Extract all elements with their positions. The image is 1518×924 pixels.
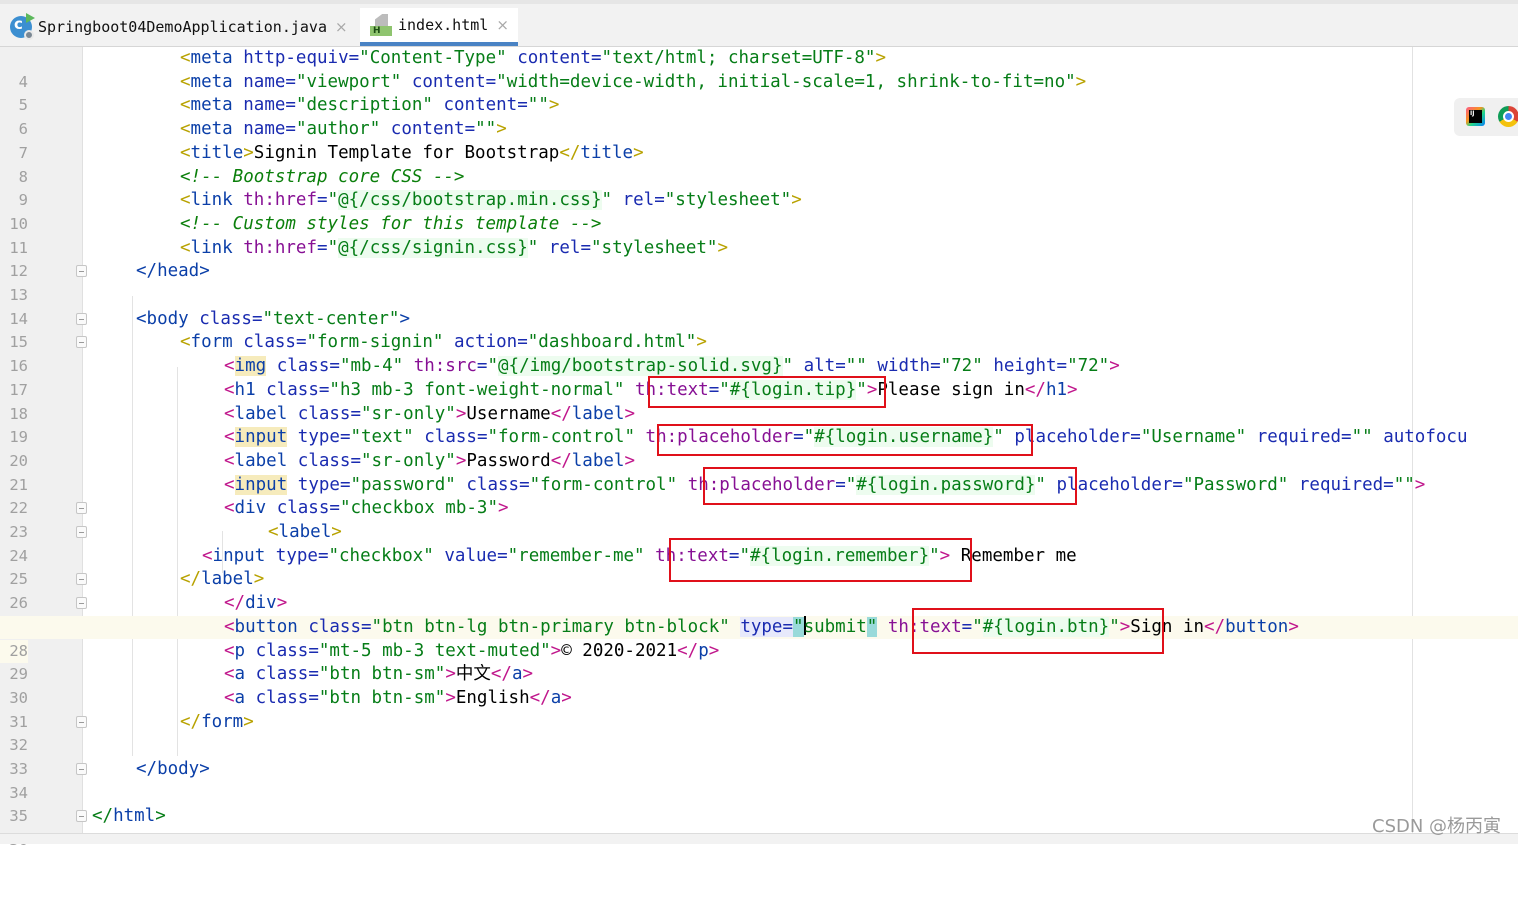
html-file-icon: H xyxy=(370,14,392,36)
chrome-icon[interactable] xyxy=(1498,106,1518,127)
tab-springboot04demoapplication-java[interactable]: Springboot04DemoApplication.java × xyxy=(0,8,355,46)
code-line: 5 <meta name="viewport" content="width=d… xyxy=(0,71,1518,115)
code-line: 16 <form class="form-signin" action="das… xyxy=(0,331,1518,375)
java-class-icon xyxy=(10,13,35,40)
code-line: 6 <meta name="description" content=""> xyxy=(0,94,1518,138)
code-line: 9 <!-- Bootstrap core CSS --> xyxy=(0,166,1518,210)
fold-marker-icon[interactable] xyxy=(76,715,87,728)
code-line-current: 28 <button class="btn btn-lg btn-primary… xyxy=(0,615,1518,664)
intellij-idea-icon[interactable]: IJ xyxy=(1466,107,1485,126)
code-line: 13 </head> xyxy=(0,260,1518,304)
code-line: 35 xyxy=(0,782,1518,825)
code-line: 25 <input type="checkbox" value="remembe… xyxy=(0,545,1518,588)
fold-marker-icon[interactable] xyxy=(76,810,87,823)
code-line: 12 <link th:href="@{/css/signin.css}" re… xyxy=(0,237,1518,280)
code-line: 20 <input type="text" class="form-contro… xyxy=(0,426,1518,470)
editor-tab-bar: Springboot04DemoApplication.java × H ind… xyxy=(0,0,1518,47)
tab-label: index.html xyxy=(398,16,489,34)
code-line: 27 </div> xyxy=(0,592,1518,636)
code-line: 14 xyxy=(0,284,1518,328)
code-line: 19 <label class="sr-only">Username</labe… xyxy=(0,403,1518,447)
fold-marker-icon[interactable] xyxy=(76,312,87,325)
fold-marker-icon[interactable] xyxy=(76,597,87,610)
code-line: 7 <meta name="author" content=""> xyxy=(0,118,1518,162)
close-tab-icon[interactable]: × xyxy=(496,16,509,34)
fold-marker-icon[interactable] xyxy=(76,573,87,586)
code-line: 10 <link th:href="@{/css/bootstrap.min.c… xyxy=(0,189,1518,233)
code-line: 24 <label> xyxy=(0,521,1518,565)
code-line: 30 <a class="btn btn-sm">中文</a> xyxy=(0,663,1518,707)
code-line: 33 xyxy=(0,734,1518,778)
fold-marker-icon[interactable] xyxy=(76,763,87,775)
code-line: 31 <a class="btn btn-sm">English</a> xyxy=(0,687,1518,731)
code-line: 36 </html> xyxy=(0,805,1518,849)
close-tab-icon[interactable]: × xyxy=(335,18,348,36)
code-line: 32 </form> xyxy=(0,711,1518,755)
fold-marker-icon[interactable] xyxy=(76,526,87,538)
code-line: 11 <!-- Custom styles for this template … xyxy=(0,213,1518,257)
code-line: 26 </label> xyxy=(0,568,1518,612)
code-line: 17 <img class="mb-4" th:src="@{/img/boot… xyxy=(0,355,1518,399)
code-line: 18 <h1 class="h3 mb-3 font-weight-normal… xyxy=(0,379,1518,423)
code-editor[interactable]: 4 <meta http-equiv="Content-Type" conten… xyxy=(0,47,1518,849)
code-line: 34 </body> xyxy=(0,758,1518,802)
tab-label: Springboot04DemoApplication.java xyxy=(38,18,327,36)
code-line: 29 <p class="mt-5 mb-3 text-muted">© 202… xyxy=(0,640,1518,684)
open-in-browser-toolbar: IJ xyxy=(1454,98,1518,136)
fold-marker-icon[interactable] xyxy=(76,336,87,349)
watermark: CSDN @杨丙寅 xyxy=(1372,816,1502,837)
fold-marker-icon[interactable] xyxy=(76,265,87,278)
breadcrumb-bar[interactable]: html body div form form-signin button bu… xyxy=(0,833,1518,844)
code-line: 4 <meta http-equiv="Content-Type" conten… xyxy=(0,47,1518,91)
tab-index-html[interactable]: H index.html × xyxy=(360,8,518,46)
code-line: 15 <body class="text-center"> xyxy=(0,308,1518,352)
code-line: 21 <label class="sr-only">Password</labe… xyxy=(0,450,1518,494)
code-line: 23 <div class="checkbox mb-3"> xyxy=(0,497,1518,541)
code-line: 22 <input type="password" class="form-co… xyxy=(0,474,1518,517)
code-line: 8 <title>Signin Template for Bootstrap</… xyxy=(0,142,1518,186)
fold-marker-icon[interactable] xyxy=(76,502,87,515)
